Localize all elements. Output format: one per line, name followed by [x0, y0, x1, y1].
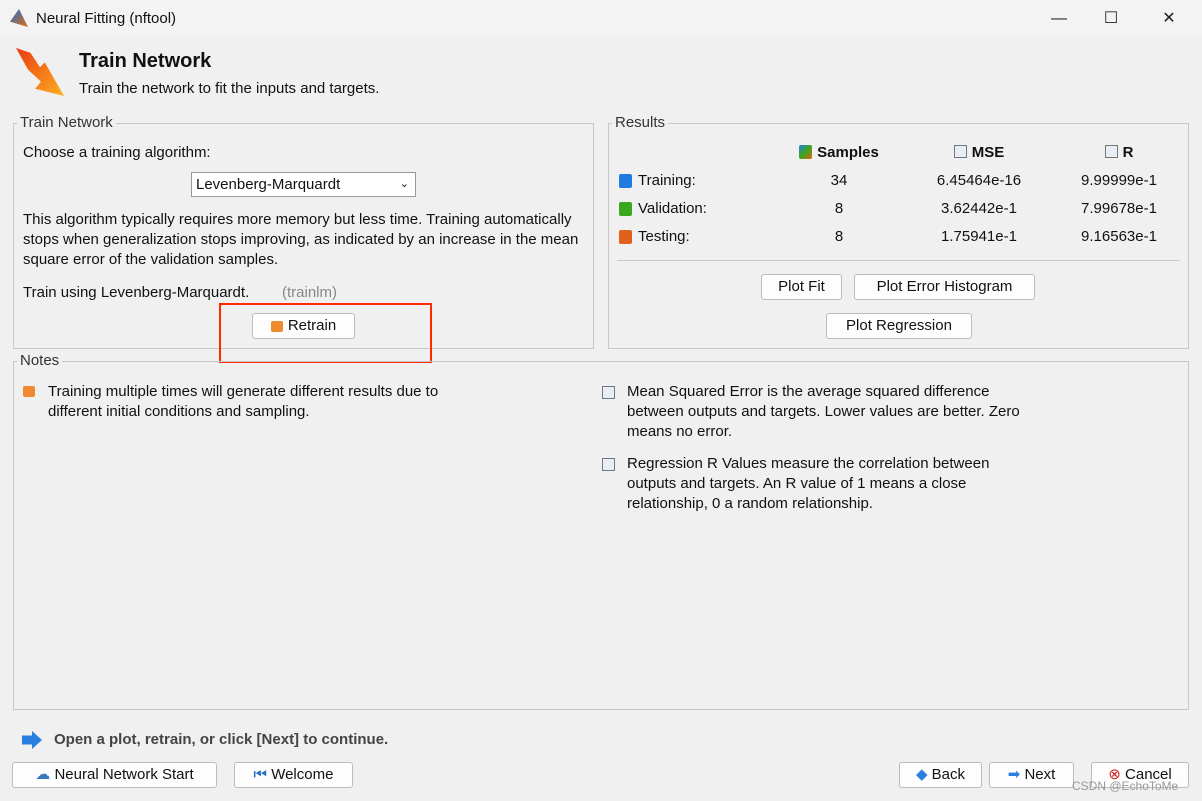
train-using-text: Train using Levenberg-Marquardt.	[23, 284, 250, 301]
window-title: Neural Fitting (nftool)	[36, 10, 177, 27]
header-text: R	[1122, 144, 1134, 161]
cube-icon	[619, 202, 632, 216]
highlight-box	[219, 303, 432, 363]
mse-value: 6.45464e-16	[936, 172, 1022, 189]
algorithm-value: Levenberg-Marquardt	[196, 176, 341, 193]
samples-value: 34	[830, 172, 848, 189]
button-label: Back	[931, 766, 966, 783]
note-mse: Mean Squared Error is the average square…	[627, 383, 1020, 440]
minimize-button[interactable]: —	[1036, 6, 1082, 32]
mse-note-icon	[602, 386, 615, 399]
welcome-button[interactable]: ⏮ Welcome	[234, 762, 353, 788]
group-label: Results	[612, 114, 669, 131]
samples-icon	[799, 145, 813, 159]
regression-plot-icon	[1104, 145, 1118, 158]
divider	[617, 260, 1180, 261]
footer-hint: Open a plot, retrain, or click [Next] to…	[54, 731, 389, 748]
plot-fit-button[interactable]: Plot Fit	[761, 274, 842, 300]
next-button[interactable]: ➡ Next	[989, 762, 1074, 788]
choose-label: Choose a training algorithm:	[23, 144, 211, 161]
back-button[interactable]: ◆ Back	[899, 762, 982, 788]
r-value: 9.16563e-1	[1081, 228, 1157, 245]
header-text: Samples	[817, 144, 879, 161]
algorithm-select[interactable]: Levenberg-Marquardt ⌄	[191, 172, 416, 197]
plot-regression-button[interactable]: Plot Regression	[826, 313, 972, 339]
row-label: Training:	[638, 172, 696, 189]
header-text: MSE	[971, 144, 1005, 161]
nn-start-icon: ☁	[35, 766, 55, 783]
page-subtitle: Train the network to fit the inputs and …	[79, 80, 380, 97]
arrow-right-icon	[22, 731, 42, 749]
note-retrain: Training multiple times will generate di…	[48, 383, 439, 420]
title-bar: Neural Fitting (nftool) — ☐ ✕	[0, 0, 1202, 38]
group-label: Train Network	[17, 114, 116, 131]
close-button[interactable]: ✕	[1146, 6, 1192, 32]
cube-icon	[619, 174, 632, 188]
mse-value: 3.62442e-1	[941, 200, 1017, 217]
arrow-left-icon: ◆	[915, 766, 932, 783]
rewind-icon: ⏮	[253, 766, 272, 783]
arrow-right-icon: ➡	[1007, 766, 1025, 783]
matlab-logo-icon	[10, 9, 28, 27]
button-label: Welcome	[271, 766, 334, 783]
mse-plot-icon	[953, 145, 967, 158]
mse-header: MSE	[909, 144, 1049, 161]
retrain-note-icon	[23, 386, 35, 397]
button-label: Next	[1024, 766, 1056, 783]
train-fn: (trainlm)	[282, 284, 337, 301]
r-value: 7.99678e-1	[1081, 200, 1157, 217]
group-label: Notes	[17, 352, 63, 369]
row-label: Validation:	[638, 200, 707, 217]
chevron-down-icon: ⌄	[399, 178, 409, 190]
note-regression: Regression R Values measure the correlat…	[627, 455, 990, 512]
train-arrow-icon	[16, 48, 64, 96]
row-label: Testing:	[638, 228, 690, 245]
regression-note-icon	[602, 458, 615, 471]
maximize-button[interactable]: ☐	[1088, 6, 1134, 32]
neural-network-start-button[interactable]: ☁ Neural Network Start	[12, 762, 217, 788]
button-label: Neural Network Start	[54, 766, 194, 783]
samples-value: 8	[834, 228, 844, 245]
plot-error-histogram-button[interactable]: Plot Error Histogram	[854, 274, 1035, 300]
r-header: R	[1049, 144, 1189, 161]
r-value: 9.99999e-1	[1081, 172, 1157, 189]
page-title: Train Network	[79, 50, 212, 72]
algorithm-description: This algorithm typically requires more m…	[23, 211, 579, 268]
notes-group: Notes Training multiple times will gener…	[13, 352, 1189, 710]
mse-value: 1.75941e-1	[941, 228, 1017, 245]
watermark: CSDN @EchoToMe	[1072, 779, 1179, 793]
results-group: Results Samples MSE R Training: 34 6.454…	[608, 114, 1189, 349]
cube-icon	[619, 230, 632, 244]
samples-value: 8	[834, 200, 844, 217]
samples-header: Samples	[769, 144, 909, 161]
